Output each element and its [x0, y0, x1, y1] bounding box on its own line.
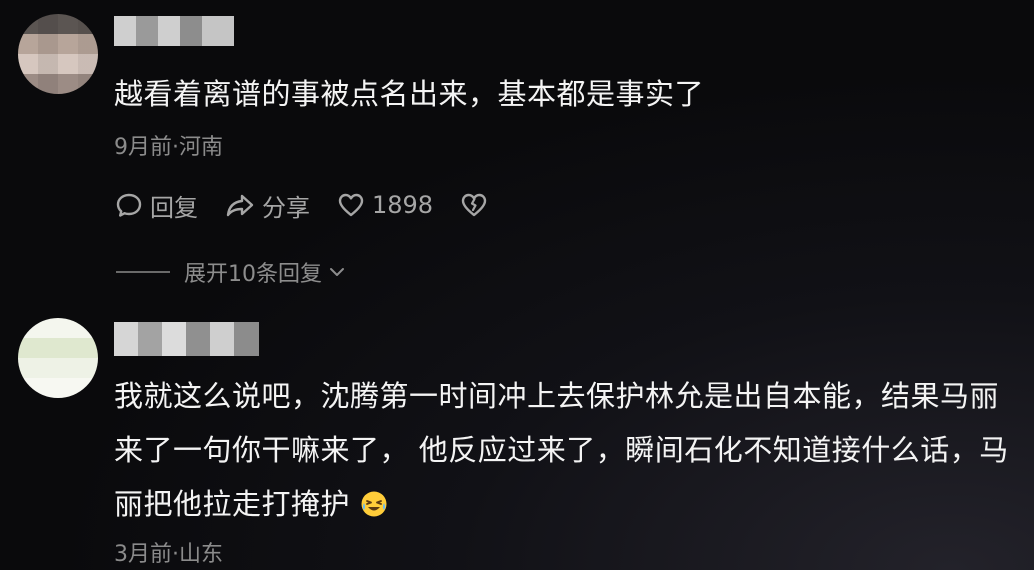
avatar[interactable] — [18, 318, 98, 398]
divider-line — [116, 271, 170, 273]
avatar[interactable] — [18, 14, 98, 94]
like-count: 1898 — [372, 191, 434, 219]
share-arrow-icon — [226, 194, 254, 217]
comment-meta: 9月前·河南 — [114, 135, 223, 160]
comment-meta: 3月前·山东 — [114, 542, 223, 567]
laughing-crying-emoji-icon — [361, 491, 387, 517]
share-label: 分享 — [262, 193, 310, 222]
comment-actions: 回复 分享 1898 — [114, 188, 521, 223]
dislike-button[interactable] — [459, 190, 495, 220]
username-blurred[interactable] — [114, 322, 259, 356]
expand-replies-label: 展开10条回复 — [184, 262, 322, 287]
comment-bubble-icon — [116, 193, 142, 217]
broken-heart-icon — [461, 193, 487, 217]
like-button[interactable]: 1898 — [336, 190, 433, 220]
chevron-down-icon — [330, 268, 344, 276]
reply-label: 回复 — [150, 193, 198, 222]
comment-text-body: 我就这么说吧，沈腾第一时间冲上去保护林允是出自本能，结果马丽来了一句你干嘛来了，… — [114, 379, 1009, 521]
username-blurred[interactable] — [114, 16, 234, 46]
comment-text: 越看着离谱的事被点名出来，基本都是事实了 — [114, 77, 705, 111]
reply-button[interactable]: 回复 — [114, 188, 198, 223]
expand-replies-button[interactable]: 展开10条回复 — [116, 256, 348, 288]
share-button[interactable]: 分享 — [224, 188, 310, 223]
heart-icon — [338, 193, 364, 217]
comment-text: 我就这么说吧，沈腾第一时间冲上去保护林允是出自本能，结果马丽来了一句你干嘛来了，… — [114, 369, 1019, 531]
